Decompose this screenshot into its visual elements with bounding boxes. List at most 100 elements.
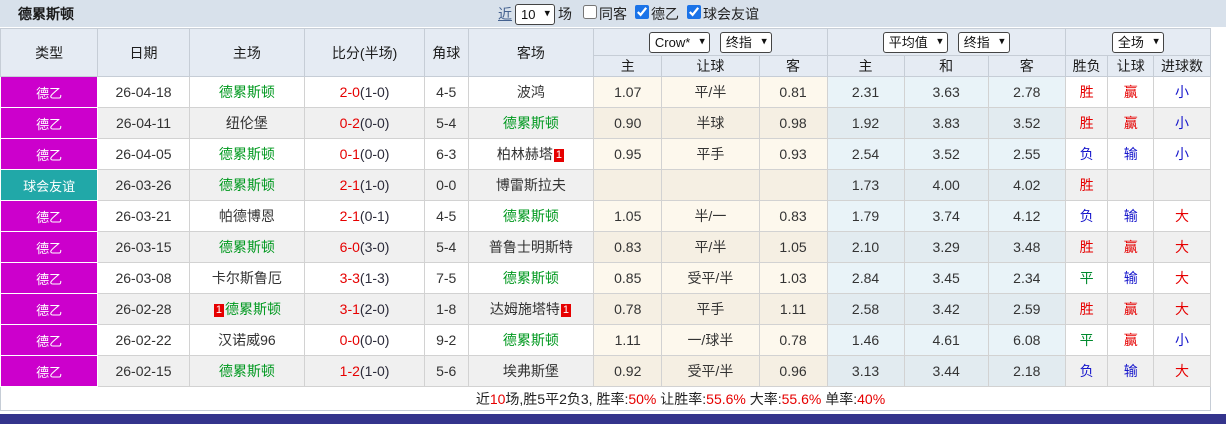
result-handicap-cell: 输 xyxy=(1107,200,1155,232)
halftime-score: (1-3) xyxy=(359,270,390,286)
away-team-cell: 德累斯顿 xyxy=(467,107,595,139)
fulltime-score: 0-0 xyxy=(339,332,360,348)
avg-home-cell: 2.54 xyxy=(826,138,905,170)
result-goals-cell: 大 xyxy=(1153,200,1211,232)
team-name: 德累斯顿 xyxy=(502,332,559,348)
halftime-score: (0-0) xyxy=(359,115,390,131)
col-header-corner: 角球 xyxy=(423,28,469,77)
filter-checkbox-球会友谊[interactable] xyxy=(687,5,701,19)
avg-group-header: 平均值 终指 xyxy=(826,28,1066,56)
summary-stat-value: 50% xyxy=(628,390,657,407)
league-type-cell: 德乙 xyxy=(0,324,99,356)
table-row: 德乙 26-03-15 德累斯顿 6-0(3-0) 5-4 普鲁士明斯特 0.83 平/半 1.… xyxy=(0,231,1211,263)
away-team-cell: 柏林赫塔 1 xyxy=(467,138,595,170)
away-team-cell: 德累斯顿 xyxy=(467,200,595,232)
halftime-score: (1-0) xyxy=(359,84,390,100)
away-team-cell: 普鲁士明斯特 xyxy=(467,231,595,263)
halftime-score: (0-0) xyxy=(359,146,390,162)
odds-handicap-cell: 平手 xyxy=(661,138,760,170)
avg-draw-cell: 3.83 xyxy=(903,107,989,139)
avg-away-cell: 6.08 xyxy=(987,324,1066,356)
odds-handicap-cell: 平手 xyxy=(661,293,760,325)
home-team-cell: 德累斯顿 xyxy=(188,76,306,108)
table-header: 类型 日期 主场 比分(半场) 角球 客场 Crow* 终指 平均值 终指 全场 xyxy=(0,28,1212,77)
home-team-cell: 德累斯顿 xyxy=(188,355,306,387)
result-wdl-cell: 平 xyxy=(1064,324,1109,356)
recent-count-select[interactable]: 10 xyxy=(516,4,554,24)
away-team-cell: 博雷斯拉夫 xyxy=(467,169,595,201)
odds-home-cell: 0.95 xyxy=(593,138,663,170)
filter-checkbox-德乙[interactable] xyxy=(635,5,649,19)
halftime-score: (0-1) xyxy=(359,208,390,224)
summary-stat-label: 场,胜5平2负3, 胜率: xyxy=(505,390,629,407)
table-row: 德乙 26-02-15 德累斯顿 1-2(1-0) 5-6 埃弗斯堡 0.92 受平/半 0.9… xyxy=(0,355,1211,387)
fulltime-score: 3-3 xyxy=(339,270,360,286)
match-date-cell: 26-04-18 xyxy=(97,76,190,108)
league-type-cell: 德乙 xyxy=(0,76,99,108)
bottom-divider-bar xyxy=(0,414,1226,424)
team-name: 达姆施塔特 xyxy=(489,301,560,317)
team-name: 德累斯顿 xyxy=(502,115,559,131)
avg-select-wrap: 平均值 xyxy=(882,31,948,53)
avg-away-cell: 2.59 xyxy=(987,293,1066,325)
avg-select[interactable]: 平均值 xyxy=(883,32,947,52)
odds-away-cell: 1.11 xyxy=(758,293,828,325)
match-rows: 德乙 26-04-18 德累斯顿 2-0(1-0) 4-5 波鸿 1.07 平/半 0.81 2.… xyxy=(0,76,1211,387)
avg-home-cell: 2.58 xyxy=(826,293,905,325)
avg-draw-cell: 3.44 xyxy=(903,355,989,387)
filter-checkbox-label: 同客 xyxy=(599,6,627,22)
league-type-cell: 德乙 xyxy=(0,200,99,232)
score-cell: 6-0(3-0) xyxy=(304,231,425,263)
odds-handicap-cell: 受平/半 xyxy=(661,355,760,387)
bookmaker-select[interactable]: Crow* xyxy=(649,32,709,52)
table-row: 德乙 26-03-08 卡尔斯鲁厄 3-3(1-3) 7-5 德累斯顿 0.85 受平/半 1.… xyxy=(0,262,1211,294)
league-type-cell: 德乙 xyxy=(0,107,99,139)
corner-cell: 0-0 xyxy=(423,169,469,201)
result-wdl-cell: 负 xyxy=(1064,200,1109,232)
team-name: 卡尔斯鲁厄 xyxy=(211,270,282,286)
avg-away-cell: 2.78 xyxy=(987,76,1066,108)
league-type-cell: 德乙 xyxy=(0,231,99,263)
col-header-away: 客场 xyxy=(467,28,595,77)
subcol-odds-handicap: 让球 xyxy=(661,55,760,77)
avg-draw-cell: 3.45 xyxy=(903,262,989,294)
subcol-odds-away: 客 xyxy=(758,55,828,77)
result-wdl-cell: 胜 xyxy=(1064,169,1109,201)
filter-checkbox-同客[interactable] xyxy=(583,5,597,19)
recent-link[interactable]: 近 xyxy=(498,4,512,24)
corner-cell: 1-8 xyxy=(423,293,469,325)
odds-handicap-cell: 受平/半 xyxy=(661,262,760,294)
odds-handicap-cell: 平/半 xyxy=(661,231,760,263)
avg-draw-cell: 3.29 xyxy=(903,231,989,263)
subcol-avg-home: 主 xyxy=(826,55,905,77)
avg-home-cell: 1.46 xyxy=(826,324,905,356)
fulltime-score: 1-2 xyxy=(339,363,360,379)
period-select[interactable]: 全场 xyxy=(1112,32,1163,52)
team-name: 德累斯顿 xyxy=(218,239,275,255)
match-date-cell: 26-03-08 xyxy=(97,262,190,294)
odds-home-cell: 0.85 xyxy=(593,262,663,294)
subcol-result-handicap: 让球 xyxy=(1107,55,1155,77)
result-goals-cell: 大 xyxy=(1153,231,1211,263)
avg-stage-select[interactable]: 终指 xyxy=(958,32,1009,52)
subcol-avg-away: 客 xyxy=(987,55,1066,77)
odds-group-header: Crow* 终指 xyxy=(593,28,828,56)
home-team-cell: 德累斯顿 xyxy=(188,138,306,170)
odds-home-cell: 1.11 xyxy=(593,324,663,356)
subcol-odds-home: 主 xyxy=(593,55,663,77)
table-row: 德乙 26-02-28 1 德累斯顿 3-1(2-0) 1-8 达姆施塔特 1 0.78 平手 1.… xyxy=(0,293,1211,325)
period-select-wrap: 全场 xyxy=(1111,31,1164,53)
odds-stage-select-wrap: 终指 xyxy=(719,31,772,53)
fulltime-score: 0-2 xyxy=(339,115,360,131)
score-cell: 1-2(1-0) xyxy=(304,355,425,387)
fulltime-score: 0-1 xyxy=(339,146,360,162)
filter-bar: 近 10 场 同客 德乙 球会友谊 xyxy=(498,0,759,28)
summary-stat-value: 55.6% xyxy=(706,390,746,407)
col-header-score: 比分(半场) xyxy=(304,28,425,77)
corner-cell: 4-5 xyxy=(423,200,469,232)
result-wdl-cell: 胜 xyxy=(1064,107,1109,139)
league-type-cell: 德乙 xyxy=(0,138,99,170)
col-header-home: 主场 xyxy=(188,28,306,77)
odds-stage-select[interactable]: 终指 xyxy=(720,32,771,52)
fulltime-score: 2-1 xyxy=(339,208,360,224)
